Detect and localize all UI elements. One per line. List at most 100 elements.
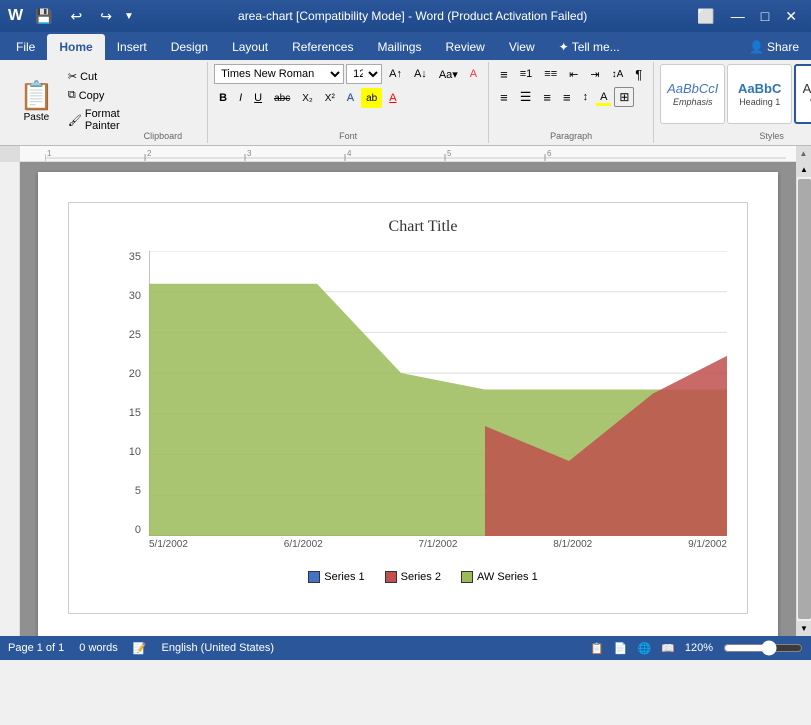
tab-tell-me[interactable]: ✦ Tell me... bbox=[547, 34, 632, 60]
proofing-icon[interactable]: 📝 bbox=[133, 642, 147, 655]
align-center-button[interactable]: ☰ bbox=[515, 87, 537, 107]
normal-preview: AaBbCcI bbox=[803, 81, 811, 97]
heading1-preview: AaBbC bbox=[738, 81, 781, 97]
scroll-thumb[interactable] bbox=[798, 179, 811, 619]
x-axis-label: 8/1/2002 bbox=[553, 539, 592, 550]
styles-group-label: Styles bbox=[660, 131, 811, 141]
svg-text:1: 1 bbox=[47, 149, 52, 158]
svg-text:5: 5 bbox=[447, 149, 452, 158]
svg-text:3: 3 bbox=[247, 149, 252, 158]
tab-references[interactable]: References bbox=[280, 34, 365, 60]
multilevel-button[interactable]: ≡≡ bbox=[539, 64, 562, 84]
font-group-label: Font bbox=[214, 131, 482, 141]
clear-formatting-button[interactable]: A bbox=[465, 64, 482, 84]
tab-layout[interactable]: Layout bbox=[220, 34, 280, 60]
paste-button[interactable]: 📋 Paste bbox=[10, 64, 63, 141]
y-axis-label: 15 bbox=[119, 407, 141, 419]
y-axis-label: 10 bbox=[119, 446, 141, 458]
page-info: Page 1 of 1 bbox=[8, 642, 64, 654]
shrink-font-button[interactable]: A↓ bbox=[409, 64, 432, 84]
y-axis-label: 35 bbox=[119, 251, 141, 263]
ribbon-group-font: Times New Roman 12 A↑ A↓ Aa▾ A B I U abc… bbox=[208, 62, 489, 143]
svg-text:2: 2 bbox=[147, 149, 152, 158]
page-container: Chart Title 35 30 25 20 15 10 5 0 bbox=[20, 162, 796, 636]
track-changes-icon[interactable]: 📋 bbox=[590, 642, 604, 655]
copy-button[interactable]: ⧉ Copy bbox=[63, 87, 125, 104]
style-emphasis-button[interactable]: AaBbCcI Emphasis bbox=[660, 64, 725, 124]
redo-button[interactable]: ↪ bbox=[94, 6, 118, 27]
tab-insert[interactable]: Insert bbox=[105, 34, 159, 60]
grow-font-button[interactable]: A↑ bbox=[384, 64, 407, 84]
customize-qat-icon[interactable]: ▼ bbox=[124, 11, 134, 22]
view-print-button[interactable]: 📄 bbox=[614, 642, 628, 655]
font-size-select[interactable]: 12 bbox=[346, 64, 382, 84]
strikethrough-button[interactable]: abc bbox=[269, 88, 295, 108]
tab-review[interactable]: Review bbox=[433, 34, 496, 60]
maximize-button[interactable]: □ bbox=[755, 6, 775, 26]
minimize-button[interactable]: — bbox=[725, 6, 751, 26]
view-read-button[interactable]: 📖 bbox=[661, 642, 675, 655]
font-family-select[interactable]: Times New Roman bbox=[214, 64, 344, 84]
paste-icon: 📋 bbox=[19, 82, 54, 110]
close-button[interactable]: ✕ bbox=[779, 6, 803, 27]
decrease-indent-button[interactable]: ⇤ bbox=[564, 64, 583, 84]
y-axis-label: 0 bbox=[119, 524, 141, 536]
paragraph-group-label: Paragraph bbox=[495, 131, 647, 141]
shading-button[interactable]: A bbox=[595, 87, 612, 107]
y-axis-label: 25 bbox=[119, 329, 141, 341]
chart-container[interactable]: Chart Title 35 30 25 20 15 10 5 0 bbox=[68, 202, 748, 614]
share-button[interactable]: 👤 Share bbox=[737, 34, 811, 60]
borders-button[interactable]: ⊞ bbox=[614, 87, 634, 107]
style-normal-button[interactable]: AaBbCcI ¶ Normal bbox=[794, 64, 811, 124]
italic-button[interactable]: I bbox=[234, 88, 247, 108]
zoom-slider[interactable] bbox=[723, 641, 803, 655]
highlight-button[interactable]: ab bbox=[361, 88, 382, 108]
title-bar: W 💾 ↩ ↪ ▼ area-chart [Compatibility Mode… bbox=[0, 0, 811, 32]
tab-mailings[interactable]: Mailings bbox=[365, 34, 433, 60]
scroll-down-button[interactable]: ▼ bbox=[797, 621, 811, 636]
bold-button[interactable]: B bbox=[214, 88, 232, 108]
bullets-button[interactable]: ≡ bbox=[495, 64, 513, 84]
undo-button[interactable]: ↩ bbox=[65, 6, 89, 27]
ribbon-group-paragraph: ≡ ≡1 ≡≡ ⇤ ⇥ ↕A ¶ ≡ ☰ ≡ ≡ ↕ A ⊞ Paragraph bbox=[489, 62, 654, 143]
numbering-button[interactable]: ≡1 bbox=[515, 64, 538, 84]
increase-indent-button[interactable]: ⇥ bbox=[585, 64, 604, 84]
line-spacing-button[interactable]: ↕ bbox=[578, 87, 594, 107]
align-left-button[interactable]: ≡ bbox=[495, 87, 513, 107]
change-case-button[interactable]: Aa▾ bbox=[434, 64, 463, 84]
text-effects-button[interactable]: A bbox=[342, 88, 359, 108]
show-hide-button[interactable]: ¶ bbox=[630, 64, 647, 84]
legend-aw-series1: AW Series 1 bbox=[461, 571, 538, 583]
svg-text:6: 6 bbox=[547, 149, 552, 158]
main-content-area: Chart Title 35 30 25 20 15 10 5 0 bbox=[0, 162, 811, 636]
chart-svg bbox=[149, 251, 727, 536]
clipboard-group-label: Clipboard bbox=[125, 131, 201, 141]
x-axis-label: 5/1/2002 bbox=[149, 539, 188, 550]
status-bar: Page 1 of 1 0 words 📝 English (United St… bbox=[0, 636, 811, 660]
font-color-button[interactable]: A bbox=[384, 88, 401, 108]
tab-design[interactable]: Design bbox=[159, 34, 220, 60]
svg-text:4: 4 bbox=[347, 149, 352, 158]
view-web-button[interactable]: 🌐 bbox=[637, 642, 651, 655]
save-button[interactable]: 💾 bbox=[29, 6, 58, 27]
sort-button[interactable]: ↕A bbox=[607, 64, 629, 84]
justify-button[interactable]: ≡ bbox=[558, 87, 576, 107]
subscript-button[interactable]: X₂ bbox=[297, 88, 318, 108]
ribbon-display-button[interactable]: ⬜ bbox=[691, 6, 720, 27]
style-heading1-button[interactable]: AaBbC Heading 1 bbox=[727, 64, 792, 124]
cut-button[interactable]: ✂ Cut bbox=[63, 68, 125, 85]
underline-button[interactable]: U bbox=[249, 88, 267, 108]
format-painter-icon: 🖌 bbox=[68, 114, 82, 127]
tab-home[interactable]: Home bbox=[47, 34, 104, 60]
y-axis-label: 5 bbox=[119, 485, 141, 497]
align-right-button[interactable]: ≡ bbox=[538, 87, 556, 107]
ribbon-tab-bar: File Home Insert Design Layout Reference… bbox=[0, 32, 811, 60]
tab-file[interactable]: File bbox=[4, 34, 47, 60]
tab-view[interactable]: View bbox=[497, 34, 547, 60]
paste-label: Paste bbox=[24, 112, 50, 123]
scroll-up-button[interactable]: ▲ bbox=[797, 162, 811, 177]
format-painter-button[interactable]: 🖌 Format Painter bbox=[63, 106, 125, 134]
word-count: 0 words bbox=[79, 642, 118, 654]
language[interactable]: English (United States) bbox=[162, 642, 275, 654]
superscript-button[interactable]: X² bbox=[320, 88, 340, 108]
